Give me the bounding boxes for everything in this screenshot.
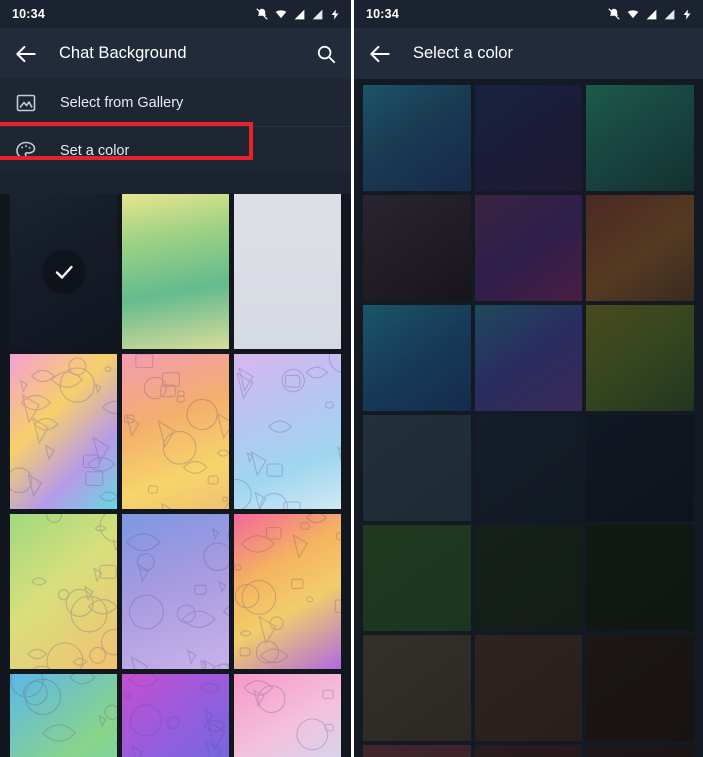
animals-doodle-wallpaper[interactable] [10,354,117,509]
love-doodle-wallpaper[interactable] [122,674,229,757]
color-swatch-grid [354,79,703,757]
space-doodle-wallpaper[interactable] [122,514,229,669]
wallpaper-pattern-overlay [234,354,341,509]
selected-check-badge [41,249,86,294]
check-icon [55,265,73,279]
near-black-brown-swatch[interactable] [586,635,694,741]
select-a-color-screen: 10:34 Select a color [354,0,703,757]
signal-no-sim-icon [664,8,675,19]
status-bar-right: 10:34 [354,0,703,28]
blackish-green-swatch[interactable] [586,525,694,631]
dark-forest-swatch[interactable] [474,525,583,631]
warm-gray-swatch[interactable] [363,635,471,741]
magic-doodle-wallpaper[interactable] [234,354,341,509]
blue-teal-swatch[interactable] [363,305,471,411]
wallpaper-pattern-overlay [234,674,341,757]
green-yellow-gradient-wallpaper[interactable] [122,194,229,349]
search-icon[interactable] [315,43,337,65]
menu-item-label: Set a color [60,142,130,159]
status-bar-icons [607,7,693,21]
blackish-maroon-swatch[interactable] [586,745,694,757]
image-icon [16,94,36,111]
notifications-muted-icon [608,8,620,20]
paris-doodle-wallpaper[interactable] [234,674,341,757]
page-title: Chat Background [59,44,187,62]
green-teal-dark-swatch[interactable] [586,85,694,191]
status-bar-left: 10:34 [0,0,351,28]
page-title: Select a color [413,44,513,62]
math-doodle-wallpaper[interactable] [10,674,117,757]
wallpaper-pattern-overlay [122,354,229,509]
battery-charging-icon [683,9,691,19]
dual-screenshot-container: 10:34 Chat Background Select from Galler… [0,0,703,757]
signal-no-sim-icon [312,8,323,19]
dark-navy-swatch[interactable] [474,415,583,521]
menu-item-label: Select from Gallery [60,94,184,111]
forest-green-swatch[interactable] [363,525,471,631]
wifi-icon [627,10,639,19]
deep-navy-swatch[interactable] [474,85,583,191]
purple-magenta-swatch[interactable] [474,195,583,301]
violet-teal-swatch[interactable] [474,305,583,411]
menu-item-set-a-color[interactable]: Set a color [0,127,351,174]
status-bar-clock: 10:34 [12,7,45,21]
olive-green-swatch[interactable] [586,305,694,411]
wallpaper-pattern-overlay [122,514,229,669]
menu-item-select-from-gallery[interactable]: Select from Gallery [0,79,351,126]
status-bar-icons [255,7,341,21]
chat-background-screen: 10:34 Chat Background Select from Galler… [0,0,351,757]
wifi-icon [275,10,287,19]
app-bar-right: Select a color [354,28,703,79]
back-arrow-icon[interactable] [367,41,393,67]
sweets-doodle-wallpaper[interactable] [122,354,229,509]
battery-charging-icon [331,9,339,19]
light-gray-wallpaper[interactable] [234,194,341,349]
dark-maroon-swatch[interactable] [474,745,583,757]
background-source-menu: Select from Gallery Set a color [0,79,351,174]
back-arrow-icon[interactable] [13,41,39,67]
dark-brown-swatch[interactable] [474,635,583,741]
notifications-muted-icon [256,8,268,20]
charcoal-swatch[interactable] [363,195,471,301]
signal-bars-icon [294,9,305,19]
wallpaper-pattern-overlay [10,354,117,509]
food-doodle-wallpaper[interactable] [10,514,117,669]
wallpaper-pattern-overlay [122,674,229,757]
wallpaper-pattern-overlay [10,514,117,669]
wallpaper-pattern-overlay [10,674,117,757]
wallpaper-pattern-overlay [234,514,341,669]
palette-icon [16,141,36,159]
status-bar-clock: 10:34 [366,7,399,21]
teal-navy-swatch[interactable] [363,85,471,191]
near-black-navy-swatch[interactable] [586,415,694,521]
signal-bars-icon [646,9,657,19]
slate-blue-swatch[interactable] [363,415,471,521]
brown-rust-swatch[interactable] [586,195,694,301]
maroon-swatch[interactable] [363,745,471,757]
party-doodle-wallpaper[interactable] [234,514,341,669]
app-bar-left: Chat Background [0,28,351,79]
menu-bottom-spacer [0,174,351,194]
dark-plain-wallpaper[interactable] [10,194,117,349]
wallpaper-grid [0,194,351,757]
